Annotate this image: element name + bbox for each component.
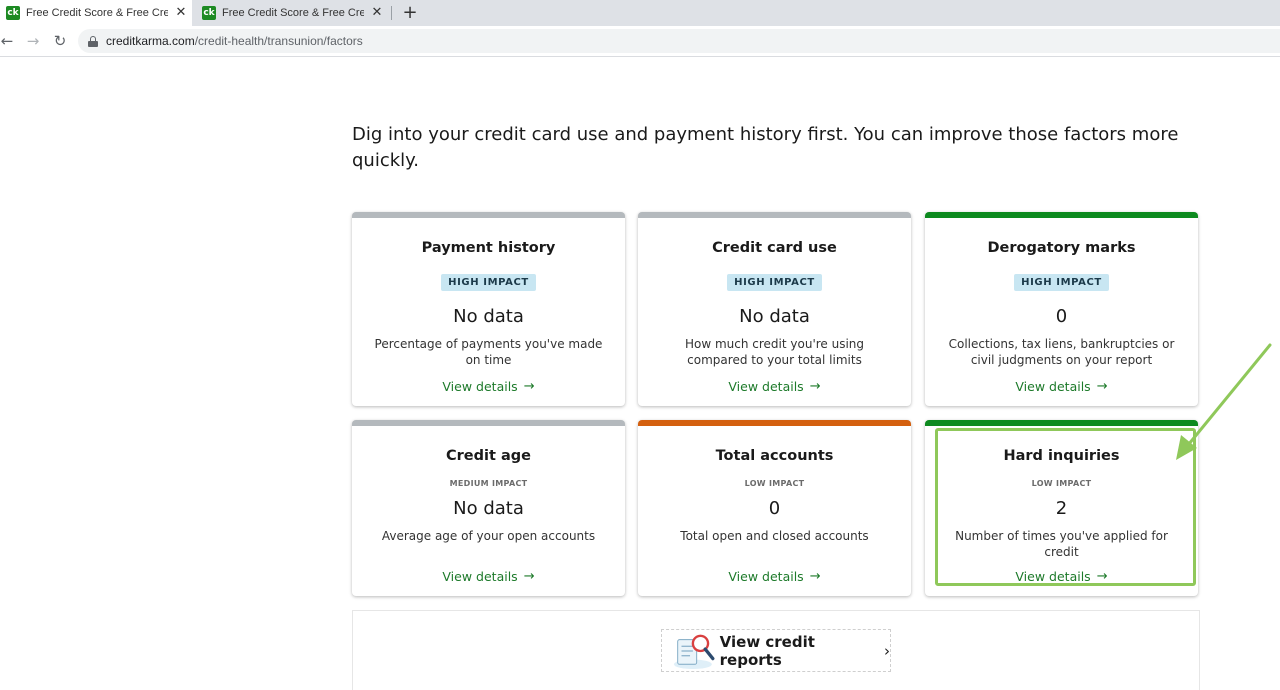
tab-title: Free Credit Score & Free Credit R [26,7,168,19]
browser-tab-active[interactable]: ck Free Credit Score & Free Credit R ✕ [0,0,192,26]
card-description: Collections, tax liens, bankruptcies or … [948,337,1175,367]
close-tab-icon[interactable]: ✕ [370,6,384,20]
impact-badge: HIGH IMPACT [727,274,822,291]
credit-report-magnifier-icon [673,634,715,669]
arrow-right-icon: → [809,569,821,584]
lock-icon[interactable] [88,35,98,47]
arrow-right-icon: → [523,379,535,394]
factor-card-credit-age: Credit age MEDIUM IMPACT No data Average… [352,420,625,596]
card-description: Total open and closed accounts [680,529,869,543]
impact-badge: HIGH IMPACT [441,274,536,291]
factor-card-credit-card-use: Credit card use HIGH IMPACT No data How … [638,212,911,406]
view-details-label: View details [728,379,804,394]
browser-tab[interactable]: ck Free Credit Score & Free Credit R ✕ [196,0,392,26]
impact-label: LOW IMPACT [744,479,805,488]
impact-badge: HIGH IMPACT [1014,274,1109,291]
card-value: No data [739,306,810,327]
intro-text: Dig into your credit card use and paymen… [352,124,1179,171]
new-tab-button[interactable]: + [401,2,419,24]
view-details-link[interactable]: View details → [442,379,534,394]
url-text: creditkarma.com/credit-health/transunion… [106,34,363,48]
address-bar: ← → ↻ creditkarma.com/credit-health/tran… [0,26,1280,57]
url-path: /credit-health/transunion/factors [194,34,363,48]
card-title: Total accounts [715,448,834,464]
view-details-link[interactable]: View details → [1015,379,1107,394]
card-value: 2 [1055,498,1068,519]
arrow-right-icon: → [1096,569,1108,584]
card-value: No data [453,306,524,327]
card-description: Number of times you've applied for credi… [955,529,1168,559]
view-details-label: View details [1015,569,1091,584]
view-details-link[interactable]: View details → [728,379,820,394]
card-value: 0 [768,498,781,519]
view-details-link[interactable]: View details → [1015,569,1107,584]
view-details-label: View details [728,569,804,584]
factor-card-derogatory-marks: Derogatory marks HIGH IMPACT 0 Collectio… [925,212,1198,406]
card-description: How much credit you're using compared to… [684,337,865,367]
card-description: Average age of your open accounts [381,529,596,543]
credit-karma-favicon-icon: ck [202,6,216,20]
card-title: Credit card use [712,240,837,256]
factor-card-hard-inquiries: Hard inquiries LOW IMPACT 2 Number of ti… [925,420,1198,596]
annotation-arrow-icon [1176,343,1272,460]
view-details-label: View details [442,569,518,584]
card-value: No data [453,498,524,519]
arrow-right-icon: → [809,379,821,394]
reload-icon[interactable]: ↻ [50,31,70,51]
credit-reports-panel: View credit reports › [352,610,1200,690]
url-host: creditkarma.com [106,34,195,48]
card-title: Credit age [446,448,531,464]
chevron-right-icon: › [884,641,890,660]
view-details-link[interactable]: View details → [728,569,820,584]
arrow-right-icon: → [523,569,535,584]
url-field[interactable]: creditkarma.com/credit-health/transunion… [78,29,1280,53]
close-tab-icon[interactable]: ✕ [174,6,188,20]
tab-title: Free Credit Score & Free Credit R [222,7,364,19]
card-value: 0 [1055,306,1068,327]
factor-card-total-accounts: Total accounts LOW IMPACT 0 Total open a… [638,420,911,596]
browser-tab-strip: ck Free Credit Score & Free Credit R ✕ c… [0,0,1280,26]
card-title: Derogatory marks [987,240,1136,256]
view-credit-reports-label: View credit reports [719,632,815,669]
view-details-link[interactable]: View details → [442,569,534,584]
credit-karma-favicon-icon: ck [6,6,20,20]
impact-label: LOW IMPACT [1031,479,1092,488]
view-details-label: View details [442,379,518,394]
factor-card-payment-history: Payment history HIGH IMPACT No data Perc… [352,212,625,406]
view-details-label: View details [1015,379,1091,394]
tab-separator [391,6,392,20]
impact-label: MEDIUM IMPACT [449,479,528,488]
forward-arrow-icon[interactable]: → [23,31,43,51]
card-title: Hard inquiries [1003,448,1120,464]
card-title: Payment history [421,240,556,256]
card-description: Percentage of payments you've made on ti… [374,337,603,367]
back-arrow-icon[interactable]: ← [0,31,17,51]
arrow-right-icon: → [1096,379,1108,394]
view-credit-reports-button[interactable]: View credit reports › [661,629,891,672]
